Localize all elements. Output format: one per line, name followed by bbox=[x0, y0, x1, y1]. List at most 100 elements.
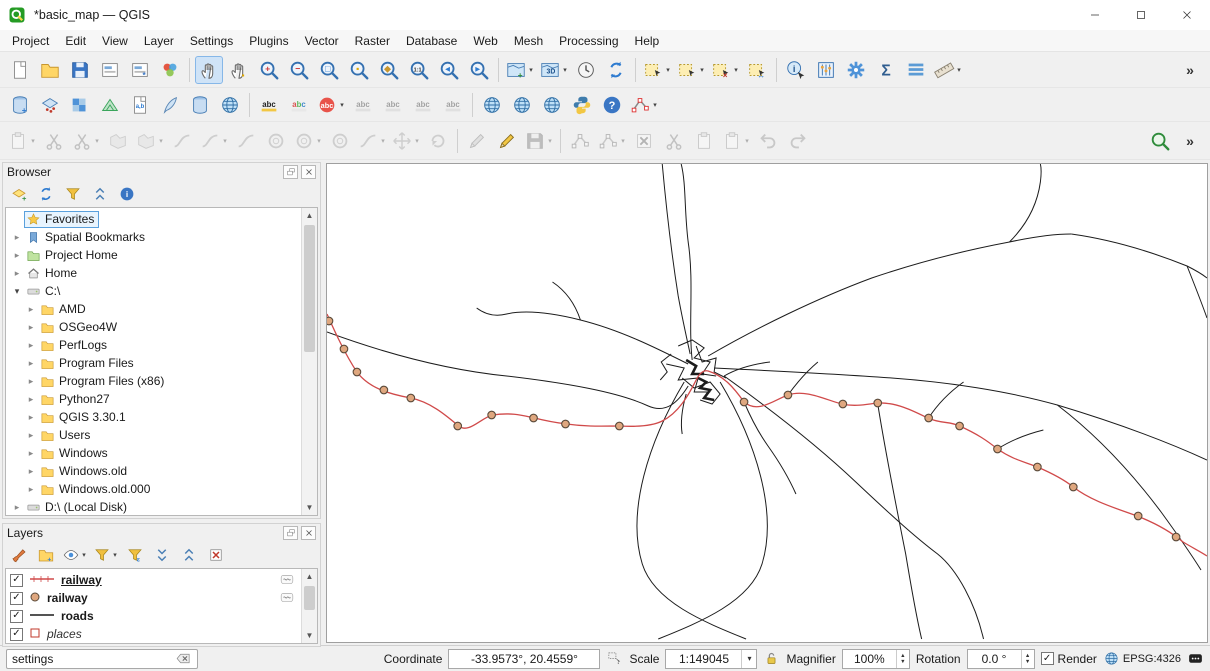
pin-unpin-labels[interactable]: abc▾ bbox=[315, 91, 347, 119]
metasearch[interactable] bbox=[478, 91, 506, 119]
expander-collapsed-icon[interactable]: ▸ bbox=[24, 484, 38, 495]
minimize-button[interactable] bbox=[1072, 0, 1118, 30]
style-manager[interactable] bbox=[156, 56, 184, 84]
coordinate-input[interactable]: -33.9573°, 20.4559° bbox=[448, 649, 600, 669]
browser-item-qgis-3-30-1[interactable]: ▸QGIS 3.30.1 bbox=[6, 408, 301, 426]
crs-indicator[interactable]: EPSG:4326 bbox=[1103, 650, 1181, 667]
add-wms-layer[interactable] bbox=[216, 91, 244, 119]
add-group[interactable]: + bbox=[34, 543, 58, 567]
expander-collapsed-icon[interactable]: ▸ bbox=[24, 466, 38, 477]
menu-plugins[interactable]: Plugins bbox=[241, 31, 296, 51]
expander-collapsed-icon[interactable]: ▸ bbox=[24, 304, 38, 315]
measure-line[interactable]: ▾ bbox=[932, 56, 964, 84]
vertex-tool-toolbar[interactable]: ▾ bbox=[628, 91, 660, 119]
layer-item-places[interactable]: ✓places bbox=[6, 625, 301, 643]
sum-features[interactable]: Σ bbox=[872, 56, 900, 84]
menu-help[interactable]: Help bbox=[627, 31, 668, 51]
processing-toolbox[interactable] bbox=[842, 56, 870, 84]
scrollbar-track[interactable] bbox=[302, 584, 317, 628]
identify-features[interactable]: i bbox=[782, 56, 810, 84]
zoom-native-resolution[interactable]: 1:1 bbox=[405, 56, 433, 84]
browser-item-home[interactable]: ▸Home bbox=[6, 264, 301, 282]
layers-scrollbar[interactable]: ▲ ▼ bbox=[301, 569, 317, 643]
expander-expanded-icon[interactable]: ▾ bbox=[10, 286, 24, 297]
zoom-out[interactable]: − bbox=[285, 56, 313, 84]
add-spatialite-layer[interactable] bbox=[156, 91, 184, 119]
new-map-view-dropdown-arrow[interactable]: ▾ bbox=[527, 66, 535, 74]
refresh-map[interactable] bbox=[602, 56, 630, 84]
paste-features-dropdown-arrow[interactable]: ▾ bbox=[743, 137, 751, 145]
open-data-source-manager[interactable]: + bbox=[6, 91, 34, 119]
pan-map[interactable] bbox=[195, 56, 223, 84]
scroll-up-arrow[interactable]: ▲ bbox=[302, 208, 317, 223]
new-map-view[interactable]: +▾ bbox=[504, 56, 536, 84]
layer-item-railway[interactable]: ✓railway bbox=[6, 571, 301, 589]
show-layout-manager[interactable]: * bbox=[126, 56, 154, 84]
filter-legend-dropdown-arrow[interactable]: ▾ bbox=[111, 551, 119, 559]
collapse-all[interactable] bbox=[88, 182, 112, 206]
browser-item-users[interactable]: ▸Users bbox=[6, 426, 301, 444]
scrollbar-thumb[interactable] bbox=[304, 586, 315, 610]
expander-collapsed-icon[interactable]: ▸ bbox=[24, 412, 38, 423]
layers-float-button[interactable] bbox=[283, 526, 298, 540]
layer-item-railway[interactable]: ✓railway bbox=[6, 589, 301, 607]
expander-collapsed-icon[interactable]: ▸ bbox=[24, 358, 38, 369]
menu-project[interactable]: Project bbox=[4, 31, 57, 51]
expander-collapsed-icon[interactable]: ▸ bbox=[24, 340, 38, 351]
locator-search-input[interactable]: settings bbox=[6, 649, 198, 669]
toolbar-overflow-row3[interactable]: » bbox=[1176, 127, 1204, 155]
save-layer-edits-dropdown-arrow[interactable]: ▾ bbox=[546, 137, 554, 145]
new-3d-map-view-dropdown-arrow[interactable]: ▾ bbox=[561, 66, 569, 74]
scroll-down-arrow[interactable]: ▼ bbox=[302, 500, 317, 515]
delete-part-dropdown-arrow[interactable]: ▾ bbox=[315, 137, 323, 145]
browser-item-amd[interactable]: ▸AMD bbox=[6, 300, 301, 318]
measure-line-dropdown-arrow[interactable]: ▾ bbox=[955, 66, 963, 74]
layer-checkbox[interactable]: ✓ bbox=[10, 628, 23, 641]
layer-diagram-options[interactable]: abc bbox=[285, 91, 313, 119]
browser-float-button[interactable] bbox=[283, 165, 298, 179]
manage-map-themes-dropdown-arrow[interactable]: ▾ bbox=[80, 551, 88, 559]
zoom-to-selection[interactable]: ▪ bbox=[345, 56, 373, 84]
select-features-by-value-dropdown-arrow[interactable]: ▾ bbox=[698, 66, 706, 74]
collapse-all-layers[interactable] bbox=[177, 543, 201, 567]
temporal-controller-panel[interactable] bbox=[572, 56, 600, 84]
menu-mesh[interactable]: Mesh bbox=[506, 31, 551, 51]
browser-item-python27[interactable]: ▸Python27 bbox=[6, 390, 301, 408]
browser-item-osgeo4w[interactable]: ▸OSGeo4W bbox=[6, 318, 301, 336]
move-feature-dropdown-arrow[interactable]: ▾ bbox=[413, 137, 421, 145]
scrollbar-track[interactable] bbox=[302, 223, 317, 500]
add-vector-layer[interactable] bbox=[36, 91, 64, 119]
select-features-by-value[interactable]: ▾ bbox=[675, 56, 707, 84]
zoom-full-extent[interactable]: □ bbox=[315, 56, 343, 84]
new-project[interactable] bbox=[6, 56, 34, 84]
scroll-down-arrow[interactable]: ▼ bbox=[302, 628, 317, 643]
geocoding[interactable] bbox=[508, 91, 536, 119]
expander-collapsed-icon[interactable]: ▸ bbox=[10, 268, 24, 279]
menu-view[interactable]: View bbox=[94, 31, 136, 51]
browser-item-c[interactable]: ▾C:\ bbox=[6, 282, 301, 300]
menu-layer[interactable]: Layer bbox=[136, 31, 182, 51]
menu-raster[interactable]: Raster bbox=[347, 31, 398, 51]
menu-database[interactable]: Database bbox=[398, 31, 465, 51]
scale-dropdown-arrow[interactable]: ▾ bbox=[741, 650, 756, 668]
scroll-up-arrow[interactable]: ▲ bbox=[302, 569, 317, 584]
current-edits-dropdown-arrow[interactable]: ▾ bbox=[29, 137, 37, 145]
deselect-features-dropdown-arrow[interactable]: ▾ bbox=[732, 66, 740, 74]
offset-curve-dropdown-arrow[interactable]: ▾ bbox=[221, 137, 229, 145]
vertex-tool-dropdown-arrow[interactable]: ▾ bbox=[619, 137, 627, 145]
expander-collapsed-icon[interactable]: ▸ bbox=[24, 448, 38, 459]
layers-close-button[interactable] bbox=[301, 526, 316, 540]
layer-checkbox[interactable]: ✓ bbox=[10, 610, 23, 623]
select-features-dropdown-arrow[interactable]: ▾ bbox=[664, 66, 672, 74]
toggle-editing[interactable] bbox=[493, 127, 521, 155]
add-circular-string-dropdown-arrow[interactable]: ▾ bbox=[379, 137, 387, 145]
new-3d-map-view[interactable]: 3D▾ bbox=[538, 56, 570, 84]
deselect-features[interactable]: ×▾ bbox=[709, 56, 741, 84]
expander-collapsed-icon[interactable]: ▸ bbox=[24, 322, 38, 333]
browser-item-program-files[interactable]: ▸Program Files bbox=[6, 354, 301, 372]
menu-vector[interactable]: Vector bbox=[297, 31, 347, 51]
render-checkbox[interactable]: ✓ Render bbox=[1041, 652, 1097, 666]
scrollbar-thumb[interactable] bbox=[304, 225, 315, 352]
layer-checkbox[interactable]: ✓ bbox=[10, 574, 23, 587]
web-services[interactable] bbox=[538, 91, 566, 119]
